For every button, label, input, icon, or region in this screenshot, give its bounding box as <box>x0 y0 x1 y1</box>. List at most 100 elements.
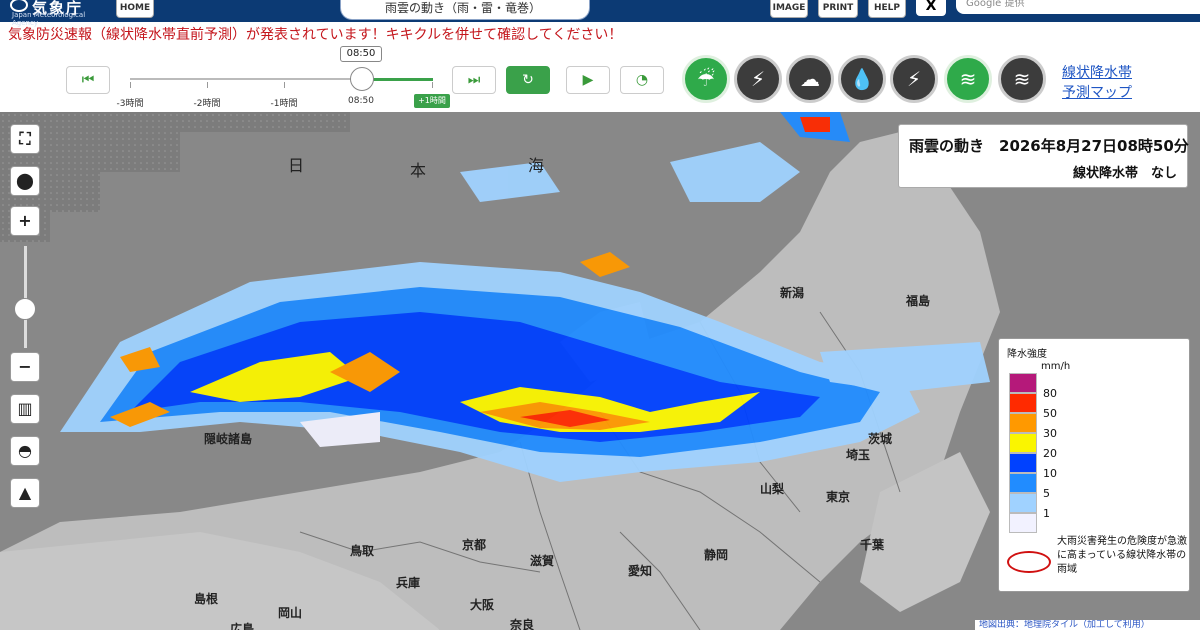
legend-swatch <box>1009 413 1037 433</box>
map-label: 広島 <box>230 622 255 630</box>
linear-rainband-icon: ≋ <box>959 67 977 91</box>
layer-button-lightning[interactable]: ⚡ <box>890 55 938 103</box>
map-label: 大阪 <box>470 598 495 612</box>
linear-rainband-forecast-icon: ≋ <box>1013 67 1031 91</box>
map-label: 京都 <box>462 538 487 552</box>
terrain-button[interactable]: ▲ <box>10 478 40 508</box>
slider-label: -1時間 <box>270 99 298 109</box>
fullscreen-button[interactable]: ⛶ <box>10 124 40 154</box>
info-title: 雨雲の動き 2026年8月27日08時50分 <box>909 137 1189 155</box>
legend-swatch <box>1009 393 1037 413</box>
map-label: 岡山 <box>278 606 303 620</box>
layer-button-linear-rainband[interactable]: ≋ <box>944 55 992 103</box>
map-label: 山梨 <box>760 482 785 496</box>
layer-button-rain-cloud[interactable]: ☔ <box>682 55 730 103</box>
map-label: 滋賀 <box>530 554 555 568</box>
map-label: 千葉 <box>860 538 885 552</box>
locate-button[interactable]: ⬤ <box>10 166 40 196</box>
layer-button-linear-rainband-forecast[interactable]: ≋ <box>998 55 1046 103</box>
site-header: 気象庁 Japan Meteorological Agency HOME 雨雲の… <box>0 0 1200 27</box>
layer-button-tornado-cloud[interactable]: ☁ <box>786 55 834 103</box>
warning-banner[interactable]: 気象防災速報（線状降水帯直前予測）が発表されています！キキクルを併せて確認してく… <box>8 24 622 44</box>
legend-level-label: 5 <box>1043 487 1050 500</box>
play-button[interactable]: ▶ <box>566 66 610 94</box>
skip-to-start-button[interactable]: ⏮ <box>66 66 110 94</box>
water-drop-icon: ◓ <box>18 441 32 460</box>
water-layer-button[interactable]: ◓ <box>10 436 40 466</box>
thunder-cloud-icon: ⚡ <box>750 67 766 91</box>
play-icon: ▶ <box>582 72 594 88</box>
help-button[interactable]: HELP <box>868 0 906 18</box>
skip-to-end-icon: ⏭ <box>467 72 481 88</box>
map-label: 福島 <box>906 294 931 308</box>
layer-button-rain-drop[interactable]: 💧 <box>838 55 886 103</box>
precipitation-legend: 降水強度 mm/h 80 50 30 20 10 5 1 大雨災害発生の危険度が急激に高まっ… <box>998 338 1190 592</box>
layer-button-thunder-cloud[interactable]: ⚡ <box>734 55 782 103</box>
legend-swatch <box>1009 513 1037 533</box>
map-label: 島根 <box>194 592 219 606</box>
image-button[interactable]: IMAGE <box>770 0 808 18</box>
skip-to-end-button[interactable]: ⏭ <box>452 66 496 94</box>
zoom-slider-track[interactable] <box>24 246 27 348</box>
map-label: 埼玉 <box>846 448 871 462</box>
page-title: 雨雲の動き（雨・雷・竜巻） <box>340 0 590 20</box>
legend-unit: mm/h <box>1041 361 1071 372</box>
map-label: 本 <box>410 161 427 180</box>
slider-tick <box>284 82 285 88</box>
lightning-icon: ⚡ <box>906 67 922 91</box>
zoom-in-button[interactable]: + <box>10 206 40 236</box>
home-button[interactable]: HOME <box>116 0 154 18</box>
slider-tick <box>432 82 433 88</box>
slider-label: -2時間 <box>193 99 221 109</box>
rainband-map-link-line1[interactable]: 線状降水帯 <box>1062 62 1132 82</box>
map-label: 鳥取 <box>350 544 375 558</box>
map-label: 茨城 <box>868 432 893 446</box>
legend-description: 大雨災害発生の危険度が急激に高まっている線状降水帯の雨域 <box>1057 536 1187 575</box>
zoom-out-button[interactable]: − <box>10 352 40 382</box>
reload-icon: ↻ <box>522 72 534 88</box>
legend-level-label: 1 <box>1043 507 1050 520</box>
info-subtitle: 線状降水帯 なし <box>1072 166 1177 181</box>
reload-button[interactable]: ↻ <box>506 66 550 94</box>
basemap-button[interactable]: ▥ <box>10 394 40 424</box>
fullscreen-icon: ⛶ <box>19 129 31 148</box>
rain-cloud-icon: ☔ <box>697 67 715 91</box>
time-info-box: 雨雲の動き 2026年8月27日08時50分 線状降水帯 なし <box>898 124 1189 188</box>
slider-tick <box>130 82 131 88</box>
map-credit[interactable]: 地図出典：地理院タイル（加工して利用） <box>975 620 1200 630</box>
speed-button[interactable]: ◔ <box>620 66 664 94</box>
map-label: 東京 <box>826 490 851 504</box>
print-button[interactable]: PRINT <box>818 0 858 18</box>
legend-swatch <box>1009 473 1037 493</box>
speed-gauge-icon: ◔ <box>635 72 649 88</box>
map-label: 日 <box>288 156 305 175</box>
skip-to-start-icon: ⏮ <box>81 72 95 88</box>
location-pin-icon: ⬤ <box>16 171 34 190</box>
legend-level-label: 20 <box>1043 447 1057 460</box>
map-label: 海 <box>528 156 545 175</box>
jma-logo[interactable]: 気象庁 Japan Meteorological Agency <box>4 0 110 27</box>
legend-swatch <box>1009 433 1037 453</box>
search-input[interactable]: Google 提供 <box>956 0 1200 14</box>
future-hour-badge: +1時間 <box>414 94 450 108</box>
rain-drop-icon: 💧 <box>849 67 875 91</box>
rainband-map-link-line2[interactable]: 予測マップ <box>1062 82 1132 102</box>
legend-level-label: 80 <box>1043 387 1057 400</box>
map-label: 隠岐諸島 <box>204 432 253 446</box>
map-label: 静岡 <box>704 548 729 562</box>
time-slider-thumb[interactable] <box>350 67 374 91</box>
map-label: 兵庫 <box>396 576 421 590</box>
mountain-icon: ▲ <box>18 483 32 502</box>
legend-level-label: 10 <box>1043 467 1057 480</box>
map-label: 新潟 <box>780 286 805 300</box>
legend-level-label: 30 <box>1043 427 1057 440</box>
legend-swatch <box>1009 453 1037 473</box>
rainband-ellipse-icon <box>1007 551 1051 573</box>
x-share-button[interactable]: X <box>916 0 946 16</box>
map-label: 愛知 <box>628 564 653 578</box>
tornado-cloud-icon: ☁ <box>800 67 820 91</box>
map-label: 奈良 <box>510 618 535 630</box>
current-time-label: 08:50 <box>340 46 382 62</box>
legend-title: 降水強度 <box>1007 349 1047 360</box>
zoom-slider-thumb[interactable] <box>14 298 36 320</box>
